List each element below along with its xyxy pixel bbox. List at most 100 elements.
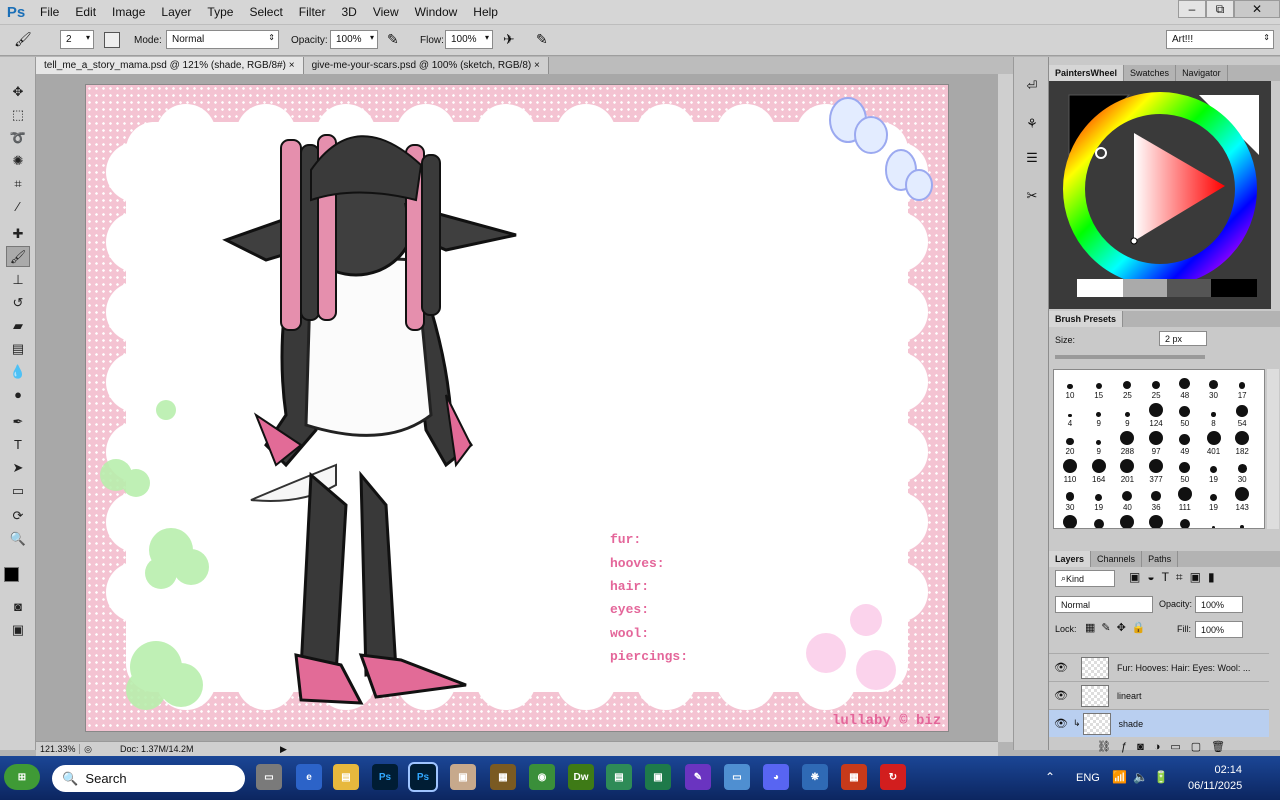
brush-preset-grid[interactable]: 10 15 25 25 48 30 17 4 9 9 124 50 8 54 20 9 288 97 49 401 18… — [1053, 369, 1265, 529]
clone-stamp-tool-icon[interactable]: ⊥ — [6, 269, 30, 290]
brush-preset-cell[interactable]: 30 — [1228, 456, 1257, 484]
brush-preset-cell[interactable]: 97 — [1142, 428, 1171, 456]
layer-row[interactable]: 👁 lineart — [1049, 681, 1269, 709]
brush-tool-icon[interactable]: 🖌 — [14, 31, 32, 48]
menu-image[interactable]: Image — [104, 0, 153, 24]
rectangle-tool-icon[interactable]: ▭ — [6, 480, 30, 501]
layer-footer-icons[interactable]: ⛓ƒ◙◑▭▢🗑 — [1097, 740, 1235, 753]
lock-icons[interactable]: ▦✎✥🔒 — [1085, 621, 1152, 634]
history-icon[interactable]: ⏎ — [1020, 75, 1044, 97]
dreamweaver-icon[interactable]: Dw — [568, 764, 594, 790]
gradient-tool-icon[interactable]: ▤ — [6, 338, 30, 359]
history-brush-tool-icon[interactable]: ↺ — [6, 292, 30, 313]
tray-icons[interactable]: 📶🔈🔋 — [1112, 770, 1175, 784]
tab-layers[interactable]: Layers — [1049, 551, 1092, 567]
brush-preset-cell[interactable]: 50 — [1170, 400, 1199, 428]
brush-preset-cell[interactable]: 9 — [1113, 400, 1142, 428]
brush-settings-icon[interactable]: ⚘ — [1020, 113, 1044, 135]
brush-preset-cell[interactable]: 182 — [1228, 428, 1257, 456]
opacity-field[interactable]: 100% ▾ — [330, 30, 378, 49]
marquee-tool-icon[interactable]: ⬚ — [6, 104, 30, 125]
lasso-tool-icon[interactable]: ➰ — [6, 127, 30, 148]
brush-preset-cell[interactable]: 50 — [1170, 456, 1199, 484]
app-icon[interactable]: ▤ — [606, 764, 632, 790]
visibility-eye-icon[interactable]: 👁 — [1049, 689, 1073, 702]
menu-help[interactable]: Help — [465, 0, 506, 24]
brush-preset-cell[interactable]: 8 — [1199, 400, 1228, 428]
brush-panel-toggle-icon[interactable] — [104, 32, 120, 48]
clock-time[interactable]: 02:14 — [1210, 764, 1242, 776]
brush-preset-cell[interactable]: 401 — [1199, 428, 1228, 456]
clock-date[interactable]: 06/11/2025 — [1188, 780, 1242, 792]
path-selection-tool-icon[interactable]: ➤ — [6, 457, 30, 478]
photoshop-active-icon[interactable]: Ps — [408, 762, 438, 792]
brush-preset-cell[interactable]: 15 — [1084, 372, 1113, 400]
pen-tool-icon[interactable]: ✒ — [6, 411, 30, 432]
blend-mode-select[interactable]: Normal — [1055, 596, 1153, 613]
brush-preset-cell[interactable]: 49 — [1170, 428, 1199, 456]
status-arrow-icon[interactable]: ▶ — [280, 744, 287, 755]
tab-paths[interactable]: Paths — [1142, 551, 1179, 567]
app-icon[interactable]: ❋ — [802, 764, 828, 790]
adjustments-icon[interactable]: ☰ — [1020, 147, 1044, 169]
brush-preset-cell[interactable]: 288 — [1113, 428, 1142, 456]
tab-navigator[interactable]: Navigator — [1176, 65, 1228, 81]
pressure-size-icon[interactable]: ✎ — [536, 31, 548, 48]
brush-preset-cell[interactable]: 124 — [1142, 400, 1171, 428]
brush-preset-cell[interactable]: 40 — [1113, 484, 1142, 512]
layer-row[interactable]: 👁 Fur: Hooves: Hair: Eyes: Wool: ... — [1049, 653, 1269, 681]
brush-size-picker[interactable]: 2 ▾ — [60, 30, 94, 49]
visibility-eye-icon[interactable]: 👁 — [1049, 661, 1073, 674]
zoom-tool-icon[interactable]: 🔍 — [6, 528, 30, 549]
pressure-opacity-icon[interactable]: ✎ — [387, 31, 399, 48]
menu-window[interactable]: Window — [407, 0, 466, 24]
start-button[interactable]: ⊞ — [4, 764, 40, 790]
layer-filter-select[interactable]: ⌕ Kind — [1055, 570, 1115, 587]
discord-icon[interactable]: ◕ — [763, 764, 789, 790]
app-icon[interactable]: ▦ — [841, 764, 867, 790]
brush-size-field[interactable]: 2 px — [1159, 331, 1207, 346]
menu-type[interactable]: Type — [199, 0, 241, 24]
brush-preset-cell[interactable]: 54 — [1228, 400, 1257, 428]
brush-preset-cell[interactable]: 6 — [1228, 512, 1257, 528]
brush-preset-cell[interactable]: 164 — [1084, 456, 1113, 484]
app-icon[interactable]: ▣ — [450, 764, 476, 790]
tab-painterswheel[interactable]: PaintersWheel — [1049, 65, 1125, 81]
app-icon[interactable]: ▦ — [490, 764, 516, 790]
brush-preset-cell[interactable]: 204 — [1056, 512, 1084, 528]
brush-preset-cell[interactable]: 2 — [1199, 512, 1228, 528]
search-bar[interactable]: 🔍 Search — [52, 765, 245, 792]
zoom-level[interactable]: 121.33% — [36, 744, 80, 754]
brush-preset-cell[interactable]: 201 — [1113, 456, 1142, 484]
tab-give-me-your-scars[interactable]: give-me-your-scars.psd @ 100% (sketch, R… — [303, 57, 549, 74]
brush-preset-cell[interactable]: 143 — [1228, 484, 1257, 512]
brush-preset-cell[interactable]: 377 — [1142, 456, 1171, 484]
color-wheel-panel[interactable] — [1049, 81, 1271, 309]
blur-tool-icon[interactable]: 💧 — [6, 361, 30, 382]
foreground-color-swatch[interactable] — [4, 567, 19, 582]
rotate-view-tool-icon[interactable]: ⟳ — [6, 505, 30, 526]
quick-mask-icon[interactable]: ◙ — [6, 596, 30, 617]
brush-preset-cell[interactable]: 25 — [1142, 372, 1171, 400]
app-icon[interactable]: ✎ — [685, 764, 711, 790]
brush-preset-cell[interactable]: 150 — [1113, 512, 1142, 528]
brush-preset-cell[interactable]: 19 — [1084, 484, 1113, 512]
mode-select[interactable]: Normal ⇕ — [166, 30, 279, 49]
menu-layer[interactable]: Layer — [153, 0, 199, 24]
app-icon[interactable]: ▭ — [724, 764, 750, 790]
restore-button[interactable]: ⧉ — [1206, 0, 1234, 18]
layer-row-selected[interactable]: 👁 ↳ shade — [1049, 709, 1269, 737]
tab-swatches[interactable]: Swatches — [1124, 65, 1177, 81]
brush-preset-cell[interactable]: 10 — [1056, 372, 1084, 400]
quick-select-tool-icon[interactable]: ✺ — [6, 150, 30, 171]
status-icon[interactable]: ◎ — [80, 744, 96, 755]
visibility-eye-icon[interactable]: 👁 — [1049, 717, 1073, 730]
brush-preset-cell[interactable]: 42 — [1170, 512, 1199, 528]
app-icon[interactable]: ▣ — [645, 764, 671, 790]
brush-preset-cell[interactable]: 25 — [1113, 372, 1142, 400]
flow-field[interactable]: 100% ▾ — [445, 30, 493, 49]
healing-brush-tool-icon[interactable]: ✚ — [6, 223, 30, 244]
tab-brush-presets[interactable]: Brush Presets — [1049, 311, 1124, 327]
close-icon[interactable]: × — [534, 60, 540, 71]
eyedropper-tool-icon[interactable]: ⁄ — [6, 196, 30, 217]
